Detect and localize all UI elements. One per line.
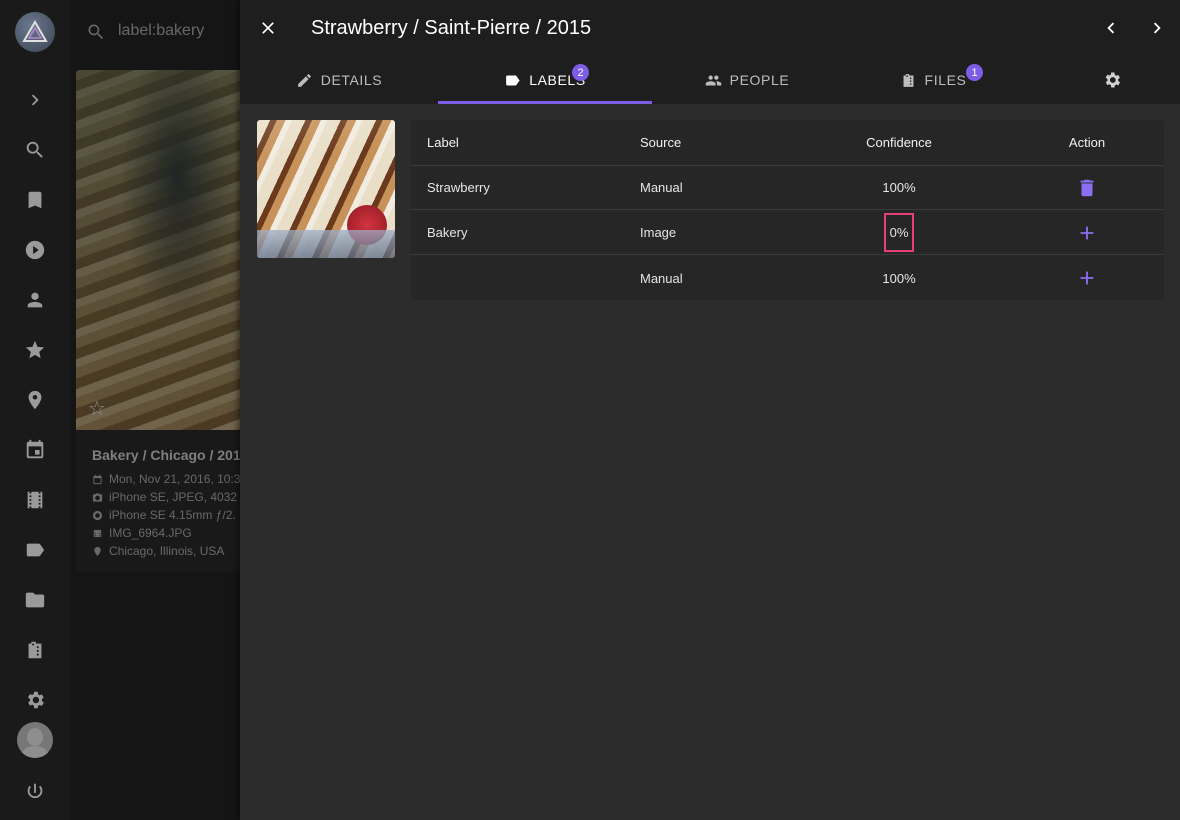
labels-table: Label Source Confidence Action Strawberr… (411, 120, 1164, 300)
people-icon (705, 75, 721, 85)
label-source: Manual (640, 270, 683, 286)
add-icon[interactable] (1075, 266, 1099, 290)
tab-labels[interactable]: LABELS 2 (438, 56, 652, 104)
navigation-rail (0, 0, 70, 820)
label-name[interactable]: Bakery (427, 211, 467, 254)
label-source: Image (640, 225, 677, 240)
label-confidence: 100% (882, 270, 916, 286)
app-logo[interactable] (15, 12, 55, 52)
movie-icon[interactable] (21, 486, 49, 514)
settings-gear-icon[interactable] (21, 686, 49, 714)
add-label-button[interactable] (1017, 256, 1157, 300)
close-icon[interactable] (256, 16, 280, 40)
column-header-confidence[interactable]: Confidence (829, 120, 969, 165)
tab-people[interactable]: PEOPLE (652, 56, 842, 104)
user-avatar[interactable] (17, 722, 53, 758)
table-header-row: Label Source Confidence Action (411, 120, 1164, 166)
tab-files[interactable]: FILES 1 (842, 56, 1024, 104)
dialog-title: Strawberry / Saint-Pierre / 2015 (311, 17, 592, 39)
column-header-source[interactable]: Source (640, 120, 681, 165)
label-confidence-cell: 0% (829, 211, 969, 254)
tab-details[interactable]: DETAILS (240, 56, 438, 104)
pencil-icon (297, 73, 311, 87)
previous-chevron-icon[interactable] (1099, 16, 1123, 40)
add-icon[interactable] (1075, 221, 1099, 245)
active-tab-indicator (438, 101, 652, 104)
edit-dialog: Strawberry / Saint-Pierre / 2015 DETAILS… (240, 0, 1180, 820)
next-chevron-icon[interactable] (1145, 16, 1169, 40)
folder-icon[interactable] (21, 586, 49, 614)
label-confidence: 0% (883, 213, 915, 252)
play-circle-icon[interactable] (21, 236, 49, 264)
photo-preview[interactable] (257, 120, 395, 258)
calendar-icon[interactable] (21, 436, 49, 464)
expand-chevron-icon[interactable] (21, 86, 49, 114)
column-header-action: Action (1068, 135, 1106, 150)
column-header-label[interactable]: Label (427, 120, 459, 165)
delete-icon[interactable] (1075, 176, 1099, 200)
table-row: Bakery Image 0% (411, 211, 1164, 255)
library-icon (903, 73, 914, 87)
triangle-logo-icon (22, 20, 48, 42)
label-source: Manual (640, 180, 683, 195)
search-icon[interactable] (21, 136, 49, 164)
files-count-badge: 1 (966, 64, 983, 81)
label-confidence: 100% (882, 180, 916, 195)
library-icon[interactable] (21, 636, 49, 664)
table-row: Strawberry Manual 100% (411, 166, 1164, 210)
add-label-button[interactable] (1017, 211, 1157, 254)
label-name[interactable]: Strawberry (427, 166, 490, 209)
settings-gear-icon[interactable] (1102, 70, 1122, 90)
bookmark-icon[interactable] (21, 186, 49, 214)
remove-label-button[interactable] (1017, 166, 1157, 209)
person-icon[interactable] (21, 286, 49, 314)
labels-count-badge: 2 (572, 64, 589, 81)
label-icon (506, 75, 520, 85)
dialog-tabs: DETAILS LABELS 2 PEOPLE FILES 1 (240, 56, 1180, 104)
place-icon[interactable] (21, 386, 49, 414)
overlay-scrim[interactable] (70, 0, 250, 820)
power-icon[interactable] (21, 778, 49, 806)
star-icon[interactable] (21, 336, 49, 364)
dialog-toolbar: Strawberry / Saint-Pierre / 2015 (240, 0, 1180, 56)
label-icon[interactable] (21, 536, 49, 564)
table-row: Manual 100% (411, 256, 1164, 300)
